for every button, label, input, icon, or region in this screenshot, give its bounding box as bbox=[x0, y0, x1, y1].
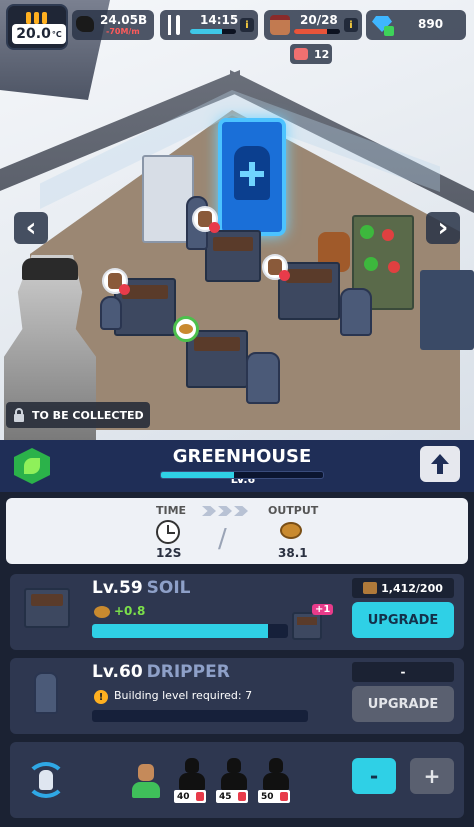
worker-avatar[interactable] bbox=[192, 206, 220, 233]
soil-name: SOIL bbox=[146, 578, 191, 598]
potato-icon bbox=[94, 606, 110, 618]
dripper-cost-value: - bbox=[400, 665, 406, 679]
top-hud: 20.0 °C 24.05B -70M/m 14:15 i 20/28 i 89… bbox=[0, 0, 474, 100]
workers-resource[interactable]: 20/28 i bbox=[264, 10, 362, 40]
next-building-button[interactable]: › bbox=[426, 212, 460, 244]
worker-face-icon bbox=[270, 15, 290, 35]
coal-icon bbox=[76, 16, 94, 32]
worker-avatar[interactable] bbox=[262, 254, 290, 281]
sick-count: 12 bbox=[314, 47, 330, 61]
separator: / bbox=[218, 524, 227, 554]
chevrons-icon bbox=[202, 506, 248, 516]
lock-icon bbox=[6, 402, 32, 428]
output-value: 38.1 bbox=[278, 546, 308, 560]
dripper-cost: - bbox=[352, 662, 454, 682]
upgrade-card-soil: Lv.59 SOIL +0.8 +1 1,412/200 UPGRADE bbox=[10, 574, 464, 650]
remove-worker-button[interactable]: - bbox=[352, 758, 396, 794]
temperature-unit: °C bbox=[51, 29, 62, 39]
dripper-tank[interactable] bbox=[246, 352, 280, 404]
building-progress-bar bbox=[160, 471, 324, 479]
warning-icon: ! bbox=[94, 690, 108, 704]
output-label: OUTPUT bbox=[268, 504, 319, 517]
staff-slot-locked[interactable] bbox=[260, 758, 292, 790]
upgrade-card-dripper: Lv.60 DRIPPER ! Building level required: … bbox=[10, 658, 464, 734]
upgrade-soil-button[interactable]: UPGRADE bbox=[352, 602, 454, 638]
heat-level-icon bbox=[26, 12, 47, 24]
staff-slot-hired[interactable] bbox=[132, 764, 160, 798]
dripper-name: DRIPPER bbox=[146, 662, 230, 682]
unlock-level-tag: 50 bbox=[258, 790, 290, 803]
greenhouse-icon bbox=[14, 448, 50, 484]
potato-icon bbox=[280, 522, 302, 539]
soil-progress-bar bbox=[92, 624, 288, 638]
temperature-value: 20.0 bbox=[16, 26, 51, 42]
sick-indicator[interactable]: 12 bbox=[290, 44, 332, 64]
previous-building-button[interactable]: ‹ bbox=[14, 212, 48, 244]
coal-rate: -70M/m bbox=[106, 27, 140, 36]
food-resource[interactable]: 14:15 i bbox=[160, 10, 258, 40]
advisor-hat bbox=[22, 258, 78, 280]
to-be-collected-banner[interactable]: TO BE COLLECTED bbox=[6, 402, 150, 428]
workers-count: 20/28 bbox=[300, 13, 338, 27]
injured-arm-icon bbox=[294, 48, 308, 60]
lock-icon bbox=[196, 792, 204, 801]
dripper-progress-bar bbox=[92, 710, 308, 722]
dripper-tank[interactable] bbox=[100, 296, 122, 330]
add-worker-button[interactable]: + bbox=[410, 758, 454, 794]
unlock-level-tag: 45 bbox=[216, 790, 248, 803]
upgrade-building-button[interactable] bbox=[420, 446, 460, 482]
workers-info-icon[interactable]: i bbox=[344, 18, 358, 32]
gems-count: 890 bbox=[418, 17, 444, 31]
time-label: TIME bbox=[156, 504, 187, 517]
to-be-collected-label: TO BE COLLECTED bbox=[32, 408, 144, 422]
staff-slot-locked[interactable] bbox=[176, 758, 208, 790]
dripper-icon bbox=[34, 672, 58, 714]
building-header: GREENHOUSE LV.6 bbox=[0, 440, 474, 492]
coal-resource[interactable]: 24.05B -70M/m bbox=[72, 10, 154, 40]
clock-icon bbox=[156, 520, 180, 544]
dripper-tank[interactable] bbox=[340, 288, 372, 336]
upgrade-dripper-button[interactable]: UPGRADE bbox=[352, 686, 454, 722]
gems-resource[interactable]: 890 bbox=[366, 10, 466, 40]
game-scene: ‹ › TO BE COLLECTED 20.0 °C 24.05B -70M/… bbox=[0, 0, 474, 440]
tool-rack bbox=[420, 270, 474, 350]
wood-crate-icon bbox=[363, 582, 378, 594]
add-gems-icon[interactable] bbox=[384, 26, 394, 36]
production-card: TIME OUTPUT 12S / 38.1 bbox=[6, 498, 468, 564]
workers-bar bbox=[294, 29, 340, 34]
soil-bonus: +0.8 bbox=[114, 604, 146, 618]
staff-card: 40 45 50 - + bbox=[10, 742, 464, 818]
food-time: 14:15 bbox=[200, 13, 239, 27]
swap-worker-icon[interactable] bbox=[26, 762, 66, 798]
soil-badge: +1 bbox=[312, 604, 334, 615]
temperature-widget[interactable]: 20.0 °C bbox=[6, 4, 68, 50]
arrow-up-icon bbox=[431, 454, 449, 474]
soil-cost: 1,412/200 bbox=[352, 578, 454, 598]
dripper-level: Lv.60 bbox=[92, 662, 143, 682]
soil-next-planter-icon bbox=[292, 612, 322, 640]
dripper-requirement: Building level required: 7 bbox=[114, 689, 253, 702]
boost-screen[interactable] bbox=[218, 118, 286, 236]
potato-icon bbox=[179, 324, 193, 334]
building-panel: TIME OUTPUT 12S / 38.1 Lv.59 SOIL +0.8 +… bbox=[0, 492, 474, 827]
planter-box[interactable] bbox=[205, 230, 261, 282]
time-value: 12S bbox=[156, 546, 182, 560]
coal-amount: 24.05B bbox=[100, 13, 148, 27]
food-info-icon[interactable]: i bbox=[240, 18, 254, 32]
soil-level: Lv.59 bbox=[92, 578, 143, 598]
soil-planter-icon bbox=[24, 588, 70, 628]
staff-slot-locked[interactable] bbox=[218, 758, 250, 790]
food-bar bbox=[190, 29, 236, 34]
worker-avatar[interactable] bbox=[102, 268, 130, 295]
building-name: GREENHOUSE bbox=[172, 446, 312, 467]
lock-icon bbox=[280, 792, 288, 801]
unlock-level-tag: 40 bbox=[174, 790, 206, 803]
fork-knife-icon bbox=[166, 15, 184, 35]
potato-output-bubble[interactable] bbox=[173, 316, 199, 342]
soil-cost-value: 1,412/200 bbox=[381, 581, 443, 595]
lock-icon bbox=[238, 792, 246, 801]
planter-box[interactable] bbox=[186, 330, 248, 388]
plus-icon bbox=[240, 162, 264, 186]
